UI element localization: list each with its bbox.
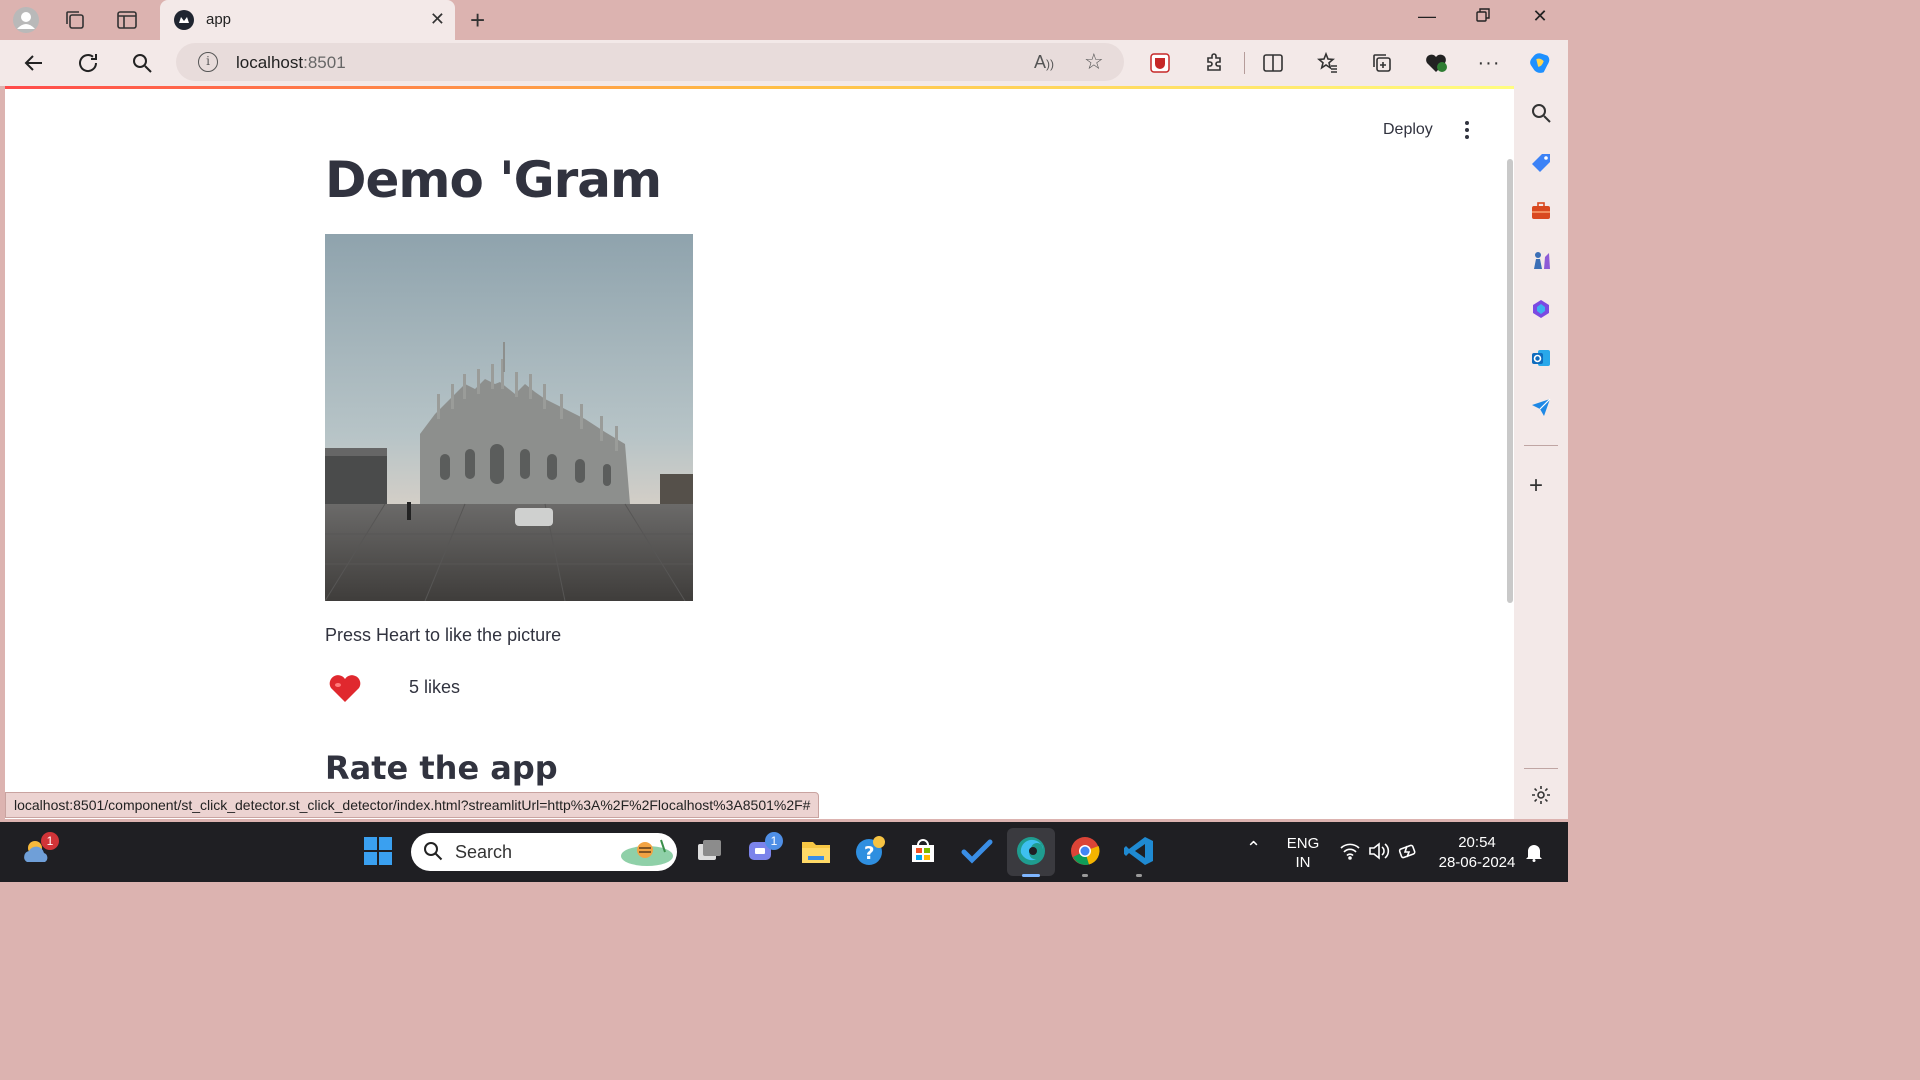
streamlit-favicon-icon — [174, 10, 194, 30]
teams-chat-icon[interactable]: 1 — [745, 832, 783, 868]
microsoft-365-icon[interactable] — [1530, 298, 1552, 320]
sidebar-search-icon[interactable] — [1530, 102, 1552, 124]
favorites-icon[interactable] — [1315, 50, 1341, 76]
sidebar-divider-bottom — [1524, 768, 1558, 769]
language-indicator[interactable]: ENG IN — [1284, 834, 1322, 872]
send-drop-icon[interactable] — [1530, 396, 1552, 418]
taskbar-search-placeholder: Search — [455, 842, 513, 862]
tab-app[interactable]: app ✕ — [160, 0, 455, 40]
page-title: Demo 'Gram — [325, 151, 662, 209]
shopping-tag-icon[interactable] — [1530, 152, 1552, 174]
notifications-bell-icon[interactable] — [1524, 842, 1544, 867]
sidebar-divider — [1524, 445, 1558, 446]
streamlit-page: Deploy Demo 'Gram Press Heart to like th… — [5, 89, 1514, 819]
task-view-icon[interactable] — [692, 834, 726, 868]
sidebar-settings-gear-icon[interactable] — [1530, 784, 1552, 806]
new-tab-button[interactable]: + — [470, 5, 485, 36]
taskbar-search-icon — [423, 841, 443, 861]
collections-icon[interactable] — [1369, 50, 1395, 76]
extensions-icon[interactable] — [1202, 50, 1228, 76]
microsoft-store-icon[interactable] — [906, 834, 940, 868]
todo-check-icon[interactable] — [960, 834, 994, 868]
shield-extension-icon[interactable] — [1147, 50, 1173, 76]
heart-icon[interactable] — [328, 674, 362, 704]
rate-app-heading: Rate the app — [325, 749, 558, 787]
favorite-star-icon[interactable]: ☆ — [1084, 49, 1104, 75]
toolbar-divider — [1244, 52, 1245, 74]
battery-charging-icon[interactable] — [1398, 842, 1420, 865]
close-window-button[interactable]: ✕ — [1525, 6, 1555, 27]
main-menu-icon[interactable] — [1460, 119, 1474, 141]
volume-icon[interactable] — [1368, 842, 1390, 865]
clock[interactable]: 20:54 28-06-2024 — [1432, 833, 1522, 873]
page-scrollbar[interactable] — [1507, 159, 1513, 603]
split-screen-icon[interactable] — [1260, 50, 1286, 76]
more-options-icon[interactable]: ··· — [1476, 50, 1502, 76]
add-sidebar-app-icon[interactable]: + — [1529, 472, 1543, 500]
copilot-icon[interactable] — [1527, 50, 1553, 76]
browser-titlebar: app ✕ + — ✕ — [0, 0, 1568, 40]
cathedral-photo — [325, 234, 693, 601]
vscode-icon[interactable] — [1122, 834, 1156, 868]
likes-count: 5 likes — [409, 677, 461, 697]
minimize-button[interactable]: — — [1412, 6, 1442, 27]
edge-browser-icon[interactable] — [1014, 834, 1048, 868]
clock-time: 20:54 — [1458, 834, 1496, 851]
back-icon[interactable] — [21, 50, 47, 76]
wifi-icon[interactable] — [1340, 842, 1360, 865]
search-highlight-tiger-icon — [617, 836, 675, 868]
browser-essentials-icon[interactable] — [1423, 50, 1449, 76]
tab-actions-icon[interactable] — [114, 7, 140, 33]
weather-widget-icon[interactable]: 1 — [21, 832, 59, 868]
weather-badge: 1 — [41, 832, 59, 850]
windows-start-icon[interactable] — [361, 834, 395, 868]
deploy-button[interactable]: Deploy — [1383, 121, 1433, 139]
tools-briefcase-icon[interactable] — [1530, 200, 1552, 222]
get-help-icon[interactable]: ? — [853, 834, 887, 868]
clock-date: 28-06-2024 — [1438, 854, 1516, 871]
vscode-running-indicator — [1136, 874, 1142, 877]
chrome-running-indicator — [1082, 874, 1088, 877]
url-text: localhost:8501 — [236, 53, 346, 72]
restore-button[interactable] — [1468, 6, 1498, 27]
browser-toolbar: i localhost:8501 A)) ☆ ··· — [0, 40, 1568, 86]
chrome-icon[interactable] — [1068, 834, 1102, 868]
refresh-icon[interactable] — [75, 50, 101, 76]
search-icon[interactable] — [129, 50, 155, 76]
profile-icon[interactable] — [13, 7, 39, 33]
svg-text:?: ? — [864, 843, 874, 864]
outlook-icon[interactable] — [1530, 347, 1552, 369]
photo-caption: Press Heart to like the picture — [325, 625, 562, 645]
taskbar-search-input[interactable]: Search — [411, 833, 677, 871]
close-tab-icon[interactable]: ✕ — [430, 9, 445, 30]
tab-title: app — [206, 11, 232, 28]
status-url-bar: localhost:8501/component/st_click_detect… — [5, 792, 820, 818]
games-chess-icon[interactable] — [1530, 249, 1552, 271]
edge-active-indicator — [1022, 874, 1040, 877]
file-explorer-icon[interactable] — [799, 834, 833, 868]
address-bar[interactable]: i localhost:8501 A)) ☆ — [176, 43, 1124, 81]
site-info-icon[interactable]: i — [198, 52, 218, 72]
read-aloud-icon[interactable]: A)) — [1034, 52, 1054, 73]
workspaces-icon[interactable] — [62, 7, 88, 33]
show-hidden-icons-chevron-icon[interactable]: ⌃ — [1246, 838, 1261, 859]
teams-badge: 1 — [765, 832, 783, 850]
windows-taskbar: 1 Search 1 ? ⌃ ENG IN 20:54 28-06-2024 — [0, 822, 1568, 882]
edge-sidebar: + — [1514, 86, 1568, 819]
